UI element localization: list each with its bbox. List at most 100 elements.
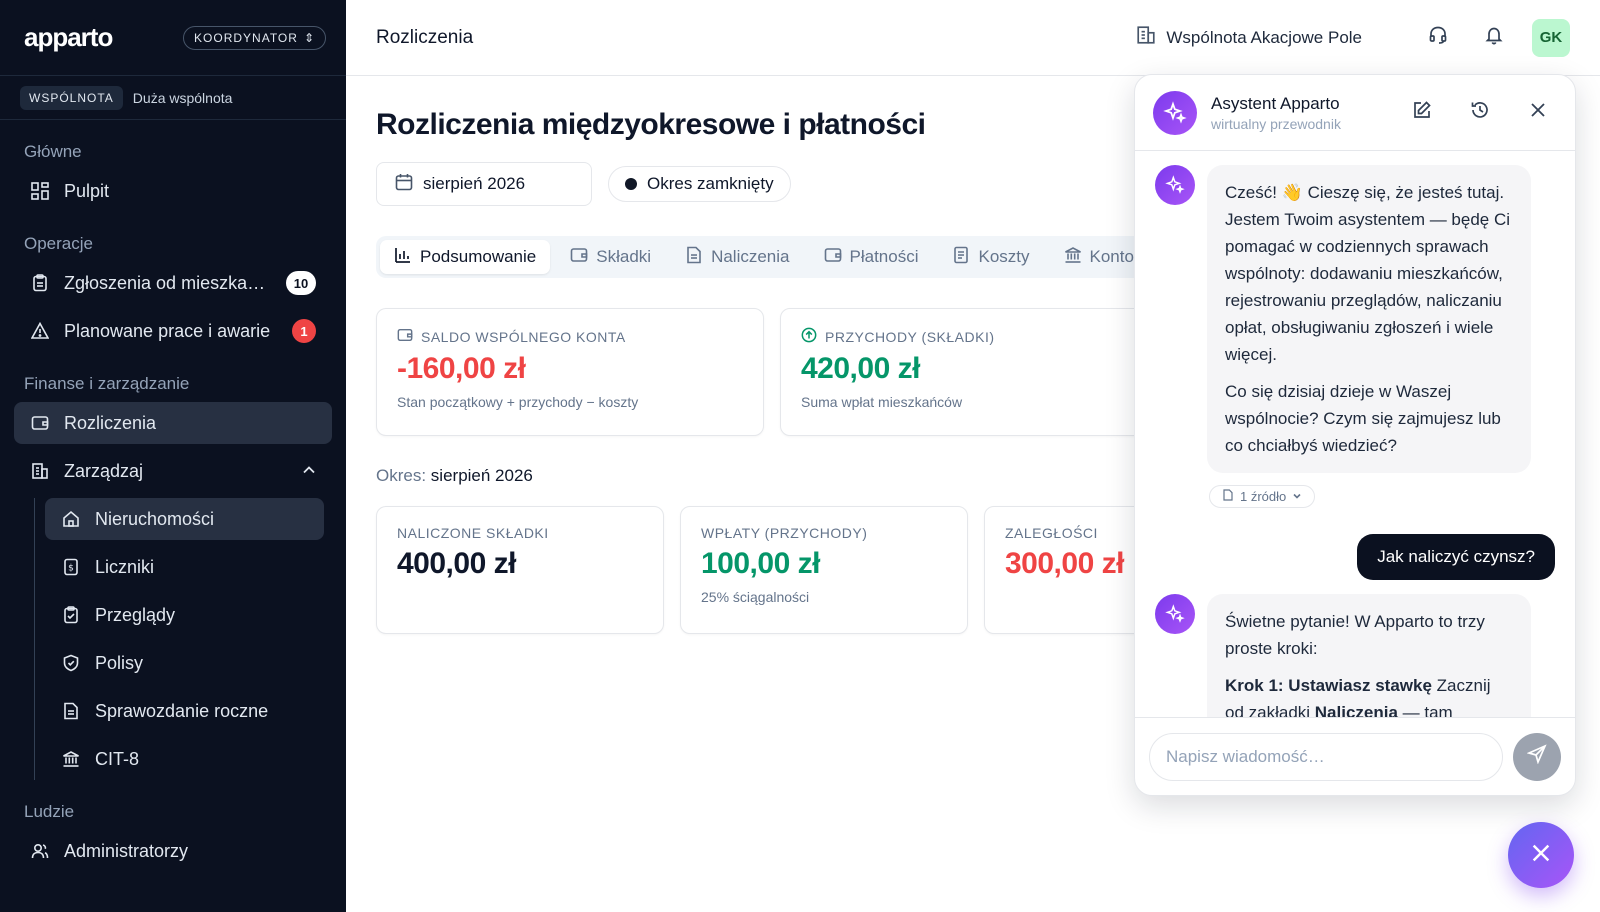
edit-icon — [1412, 100, 1432, 125]
period-picker[interactable]: sierpień 2026 — [376, 162, 592, 206]
sidebar-item-administrators[interactable]: Administratorzy — [14, 830, 332, 872]
tab-contributions[interactable]: Składki — [556, 240, 665, 274]
sidebar-item-requests[interactable]: Zgłoszenia od mieszkań… 10 — [14, 262, 332, 304]
tab-costs[interactable]: Koszty — [938, 240, 1043, 274]
sidebar-item-policies[interactable]: Polisy — [45, 642, 324, 684]
charged-card: NALICZONE SKŁADKI 400,00 zł — [376, 506, 664, 634]
bar-chart-icon — [394, 246, 412, 269]
bank-icon — [1064, 246, 1082, 269]
payments-card-title: WPŁATY (PRZYCHODY) — [701, 525, 868, 541]
assistant-message: Świetne pytanie! W Apparto to trzy prost… — [1155, 594, 1555, 717]
works-count-badge: 1 — [292, 319, 316, 343]
tab-label: Konto — [1089, 247, 1134, 266]
section-finance: Finanse i zarządzanie — [24, 374, 190, 393]
message-text: Krok 1: Ustawiasz stawkę Zacznij od zakł… — [1225, 672, 1513, 717]
community-type-badge: WSPÓLNOTA — [20, 85, 123, 110]
support-button[interactable] — [1418, 18, 1458, 58]
tab-payments[interactable]: Płatności — [810, 240, 933, 274]
tab-label: Koszty — [978, 247, 1030, 266]
payments-card: WPŁATY (PRZYCHODY) 100,00 zł 25% ściągal… — [680, 506, 968, 634]
sidebar-item-inspections[interactable]: Przeglądy — [45, 594, 324, 636]
history-button[interactable] — [1461, 94, 1499, 132]
apparto-logo[interactable]: apparto — [24, 22, 113, 53]
community-selector-label: Wspólnota Akacjowe Pole — [1166, 27, 1362, 47]
assistant-subtitle: wirtualny przewodnik — [1211, 115, 1341, 132]
bank-icon — [61, 749, 81, 769]
message-list[interactable]: Cześć! 👋 Cieszę się, że jesteś tutaj. Je… — [1135, 151, 1575, 717]
message-text: Cześć! 👋 Cieszę się, że jesteś tutaj. Je… — [1225, 183, 1511, 364]
sidebar-item-settlements[interactable]: Rozliczenia — [14, 402, 332, 444]
tab-label: Płatności — [849, 247, 919, 266]
card-label: SALDO WSPÓLNEGO KONTA — [397, 327, 743, 346]
headset-icon — [1428, 25, 1448, 50]
chevron-up-icon — [302, 461, 316, 482]
brand-row: apparto KOORDYNATOR ⇕ — [0, 0, 346, 76]
arrow-up-circle-icon — [801, 327, 817, 346]
sidebar-item-label: Pulpit — [64, 180, 110, 201]
user-avatar[interactable]: GK — [1532, 18, 1570, 57]
sidebar-item-label: Polisy — [95, 652, 144, 673]
document-icon — [1222, 489, 1234, 504]
chevron-down-icon — [1292, 489, 1302, 504]
meter-icon: $ — [61, 557, 81, 577]
sidebar-item-label: Zgłoszenia od mieszkań… — [64, 272, 272, 293]
close-icon — [1529, 101, 1547, 124]
tab-charges[interactable]: Naliczenia — [671, 240, 803, 274]
new-chat-button[interactable] — [1403, 94, 1441, 132]
tab-label: Naliczenia — [711, 247, 790, 266]
sidebar-item-label: Przeglądy — [95, 604, 176, 625]
community-selector[interactable]: Wspólnota Akacjowe Pole — [1136, 25, 1362, 50]
sources-toggle[interactable]: 1 źródło — [1209, 485, 1316, 508]
sidebar-item-dashboard[interactable]: Pulpit — [14, 170, 332, 212]
section-main: Główne — [24, 142, 82, 161]
assistant-name: Asystent Apparto — [1211, 93, 1340, 113]
sidebar-item-properties[interactable]: Nieruchomości — [45, 498, 324, 540]
assistant-titles: Asystent Apparto wirtualny przewodnik — [1211, 94, 1383, 132]
close-assistant-button[interactable] — [1519, 94, 1557, 132]
tab-summary[interactable]: Podsumowanie — [380, 240, 551, 274]
sidebar-item-meters[interactable]: $ Liczniki — [45, 546, 324, 588]
grid-icon — [30, 181, 50, 201]
toggle-assistant-button[interactable] — [1508, 822, 1574, 888]
sparkles-icon — [1155, 165, 1195, 205]
wallet-icon — [30, 413, 50, 433]
home-icon — [61, 509, 81, 529]
sidebar-item-label: Sprawozdanie roczne — [95, 700, 269, 721]
notifications-button[interactable] — [1474, 18, 1514, 58]
section-operations: Operacje — [24, 234, 93, 253]
period-status-label: Okres zamknięty — [647, 174, 774, 193]
role-label: KOORDYNATOR — [194, 30, 298, 45]
message-text: Co się dzisiaj dzieje w Waszej wspólnoci… — [1225, 382, 1501, 455]
tabs-bar: Podsumowanie Składki Naliczenia Płatnośc… — [376, 236, 1156, 278]
sidebar-item-cit8[interactable]: CIT-8 — [45, 738, 324, 780]
tab-label: Podsumowanie — [420, 247, 537, 266]
message-bubble: Cześć! 👋 Cieszę się, że jesteś tutaj. Je… — [1207, 165, 1531, 473]
sidebar-item-label: Administratorzy — [64, 840, 189, 861]
message-bold: Krok 1: Ustawiasz stawkę — [1225, 676, 1432, 695]
collection-rate: 25% ściągalności — [701, 589, 810, 605]
sidebar-item-manage[interactable]: Zarządzaj — [14, 450, 332, 492]
sidebar-item-label: Rozliczenia — [64, 412, 157, 433]
role-switcher[interactable]: KOORDYNATOR ⇕ — [183, 25, 326, 50]
message-input[interactable] — [1149, 732, 1503, 781]
svg-text:$: $ — [68, 564, 74, 574]
wallet-icon — [570, 246, 588, 269]
send-button[interactable] — [1513, 732, 1561, 781]
community-row: WSPÓLNOTA Duża wspólnota — [0, 76, 346, 120]
warning-icon — [30, 321, 50, 341]
period-label: Okres: — [376, 466, 427, 485]
sparkles-icon — [1155, 594, 1195, 634]
sidebar-item-works[interactable]: Planowane prace i awarie 1 — [14, 310, 332, 352]
sidebar-item-label: Planowane prace i awarie — [64, 320, 271, 341]
sources-label: 1 źródło — [1240, 489, 1287, 504]
sidebar-item-label: Nieruchomości — [95, 508, 215, 529]
building-icon — [30, 461, 50, 481]
message-composer — [1135, 717, 1575, 795]
assistant-panel: Asystent Apparto wirtualny przewodnik Cz… — [1134, 74, 1576, 796]
message-bubble: Świetne pytanie! W Apparto to trzy prost… — [1207, 594, 1531, 717]
sidebar-item-annual-report[interactable]: Sprawozdanie roczne — [45, 690, 324, 732]
manage-submenu: Nieruchomości $ Liczniki Przeglądy Polis… — [34, 498, 346, 780]
community-size-label: Duża wspólnota — [132, 89, 233, 106]
message-text: Świetne pytanie! W Apparto to trzy prost… — [1225, 612, 1485, 658]
users-icon — [30, 841, 50, 861]
